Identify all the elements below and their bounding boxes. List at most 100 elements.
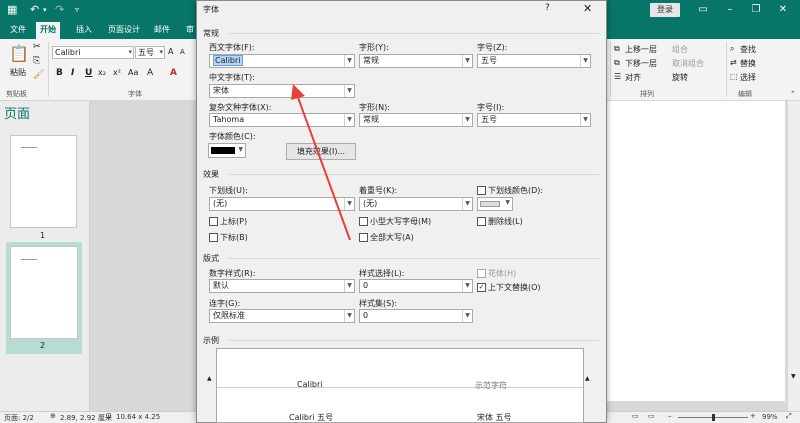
zoom-out-icon[interactable]: – bbox=[668, 412, 672, 420]
complex-font-label: 复杂文种字体(X): bbox=[209, 103, 272, 112]
single-page-view-icon[interactable]: ▭ bbox=[632, 412, 639, 420]
contextual-alternates-checkbox[interactable]: ✓ bbox=[477, 283, 486, 292]
tab-insert[interactable]: 插入 bbox=[72, 22, 96, 39]
customize-qat-icon[interactable]: ▿ bbox=[75, 5, 79, 14]
dialog-title: 字体 bbox=[203, 5, 219, 14]
copy-icon[interactable]: ⎘ bbox=[33, 56, 40, 66]
superscript-checkbox[interactable] bbox=[209, 217, 218, 226]
font-size-combo[interactable]: 五号 ▾ bbox=[135, 46, 165, 59]
ribbon-options-icon[interactable]: ▭ bbox=[693, 4, 713, 15]
chevron-down-icon: ▼ bbox=[462, 114, 472, 126]
western-font-combo[interactable]: Calibri ▼ bbox=[209, 54, 355, 68]
align-icon[interactable]: ☰ bbox=[614, 72, 621, 81]
numeral-style-combo[interactable]: 默认 ▼ bbox=[209, 279, 355, 293]
section-divider bbox=[229, 340, 599, 341]
restore-icon[interactable]: ❐ bbox=[746, 4, 766, 15]
paste-icon[interactable]: 📋 bbox=[9, 44, 29, 63]
undo-dropdown-icon[interactable]: ▾ bbox=[43, 6, 47, 14]
zoom-in-icon[interactable]: + bbox=[750, 412, 756, 420]
cut-icon[interactable]: ✂ bbox=[33, 42, 41, 52]
rotate-button[interactable]: 旋转 bbox=[672, 72, 688, 83]
chevron-down-icon: ▼ bbox=[344, 55, 354, 67]
object-size: 10.64 x 4.25 bbox=[116, 413, 161, 421]
highlight-button[interactable]: A bbox=[147, 68, 153, 78]
preview-scroll-down-icon[interactable]: ▲ bbox=[585, 375, 590, 382]
subscript-button[interactable]: x₂ bbox=[98, 68, 106, 77]
strikethrough-row[interactable]: 删除线(L) bbox=[477, 216, 523, 227]
change-case-button[interactable]: Aa bbox=[128, 68, 138, 77]
fit-page-icon[interactable]: ⤢ bbox=[786, 412, 792, 421]
size-combo[interactable]: 五号 ▼ bbox=[477, 54, 591, 68]
page-number-2: 2 bbox=[40, 341, 46, 350]
vertical-scrollbar[interactable]: ▼ bbox=[787, 101, 800, 411]
bring-forward-icon[interactable]: ⧉ bbox=[614, 44, 620, 54]
superscript-button[interactable]: x² bbox=[113, 68, 121, 77]
select-button[interactable]: 选择 bbox=[740, 72, 756, 83]
tab-mailings[interactable]: 邮件 bbox=[150, 22, 174, 39]
stylistic-alternates-combo[interactable]: 0 ▼ bbox=[359, 279, 473, 293]
underline-color-combo[interactable]: ▼ bbox=[477, 197, 513, 211]
italic-button[interactable]: I bbox=[71, 68, 74, 78]
contextual-alternates-row[interactable]: ✓ 上下文替换(O) bbox=[477, 282, 541, 293]
redo-icon[interactable]: ↷ bbox=[55, 3, 64, 16]
page-thumbnail-1[interactable] bbox=[10, 135, 77, 228]
style-combo[interactable]: 常规 ▼ bbox=[359, 54, 473, 68]
replace-icon[interactable]: ⇄ bbox=[730, 58, 737, 67]
complex-style-combo[interactable]: 常规 ▼ bbox=[359, 113, 473, 127]
bring-forward-button[interactable]: 上移一层 bbox=[625, 44, 657, 55]
help-button[interactable]: ? bbox=[545, 3, 550, 13]
search-icon[interactable]: ⌕ bbox=[730, 44, 734, 54]
group-button[interactable]: 组合 bbox=[672, 44, 688, 55]
zoom-slider-thumb[interactable] bbox=[712, 414, 715, 421]
emphasis-combo[interactable]: (无) ▼ bbox=[359, 197, 473, 211]
subscript-checkbox[interactable] bbox=[209, 233, 218, 242]
superscript-row[interactable]: 上标(P) bbox=[209, 216, 247, 227]
complex-size-combo[interactable]: 五号 ▼ bbox=[477, 113, 591, 127]
ligatures-combo[interactable]: 仅限标准 ▼ bbox=[209, 309, 355, 323]
undo-icon[interactable]: ↶ bbox=[30, 3, 39, 16]
paste-button-label[interactable]: 粘贴 bbox=[10, 67, 26, 78]
chevron-down-icon: ▾ bbox=[159, 48, 163, 56]
swash-checkbox bbox=[477, 269, 486, 278]
small-caps-label: 小型大写字母(M) bbox=[370, 217, 432, 226]
subscript-row[interactable]: 下标(B) bbox=[209, 232, 248, 243]
window-close-icon[interactable]: ✕ bbox=[773, 4, 793, 15]
font-name-combo[interactable]: Calibri ▾ bbox=[52, 46, 134, 59]
strikethrough-checkbox[interactable] bbox=[477, 217, 486, 226]
collapse-ribbon-icon[interactable]: ⌃ bbox=[790, 90, 796, 98]
send-backward-button[interactable]: 下移一层 bbox=[625, 58, 657, 69]
grow-font-icon[interactable]: A bbox=[168, 47, 173, 56]
bold-button[interactable]: B bbox=[56, 68, 63, 78]
replace-button[interactable]: 替换 bbox=[740, 58, 756, 69]
close-button[interactable]: ✕ bbox=[583, 2, 592, 15]
section-typography: 版式 bbox=[203, 254, 219, 263]
minimize-icon[interactable]: – bbox=[720, 4, 740, 15]
tab-home[interactable]: 开始 bbox=[36, 22, 60, 39]
preview-scroll-up-icon[interactable]: ▲ bbox=[207, 375, 212, 382]
tab-file[interactable]: 文件 bbox=[6, 22, 30, 39]
chevron-down-icon: ▼ bbox=[344, 280, 354, 292]
ungroup-button[interactable]: 取消组合 bbox=[672, 58, 704, 69]
find-button[interactable]: 查找 bbox=[740, 44, 756, 55]
selected-page-highlight[interactable]: 2 bbox=[6, 242, 82, 354]
underline-color-row[interactable]: 下划线颜色(D): bbox=[477, 185, 543, 196]
zoom-level[interactable]: 99% bbox=[762, 413, 778, 421]
align-button[interactable]: 对齐 bbox=[625, 72, 641, 83]
stylistic-alternates-label: 样式选择(L): bbox=[359, 269, 405, 278]
select-icon[interactable]: ⬚ bbox=[730, 72, 738, 81]
underline-button[interactable]: U bbox=[85, 68, 92, 78]
document-page[interactable] bbox=[605, 101, 785, 401]
two-page-view-icon[interactable]: ▭ bbox=[648, 412, 655, 420]
format-painter-icon[interactable]: 🖌 bbox=[33, 70, 44, 80]
font-color-button[interactable]: A bbox=[170, 68, 177, 78]
page-indicator[interactable]: 页面: 2/2 bbox=[4, 413, 34, 423]
login-button[interactable]: 登录 bbox=[650, 3, 680, 17]
underline-color-checkbox[interactable] bbox=[477, 186, 486, 195]
numeral-style-value: 默认 bbox=[213, 281, 229, 290]
stylistic-set-combo[interactable]: 0 ▼ bbox=[359, 309, 473, 323]
scroll-down-icon[interactable]: ▼ bbox=[791, 373, 796, 380]
shrink-font-icon[interactable]: A bbox=[180, 48, 185, 56]
tab-page-design[interactable]: 页面设计 bbox=[104, 22, 144, 39]
send-backward-icon[interactable]: ⧉ bbox=[614, 58, 620, 68]
page-thumbnail-2[interactable] bbox=[10, 246, 78, 339]
